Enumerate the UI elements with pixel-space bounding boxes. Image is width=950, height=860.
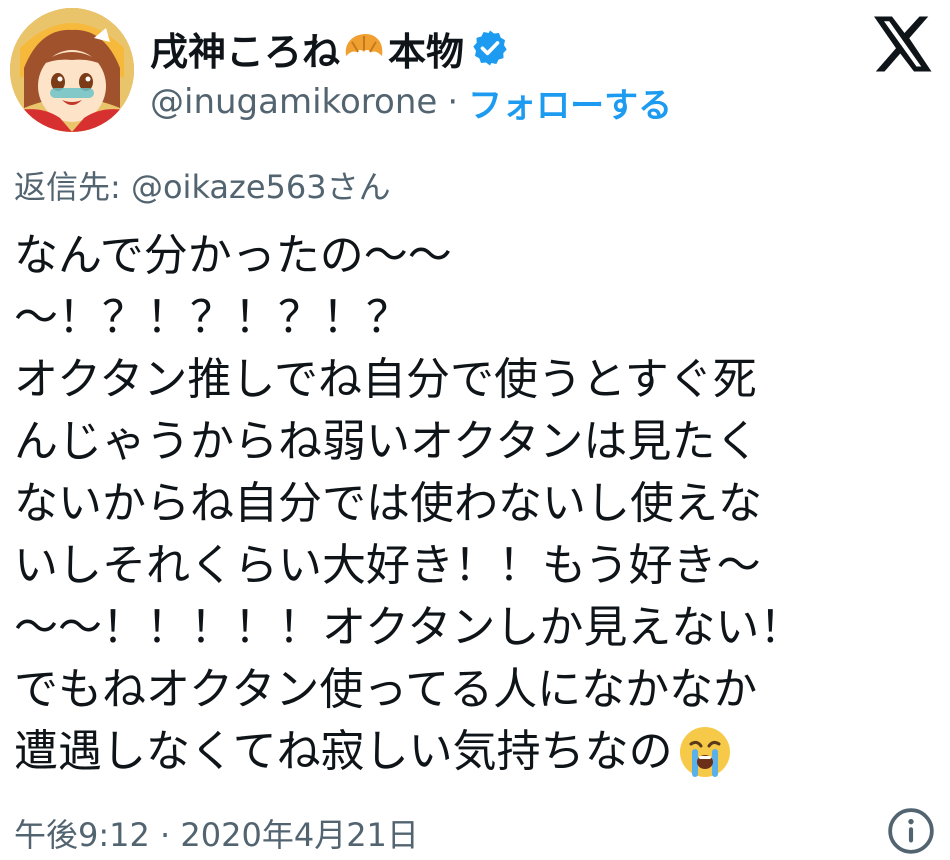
- handle-row: @inugamikorone · フォローする: [150, 78, 672, 126]
- timestamp-separator: ·: [149, 816, 181, 854]
- reply-to-line: 返信先: @oikaze563さん: [14, 162, 391, 208]
- x-logo-icon[interactable]: [874, 16, 934, 72]
- loudly-crying-face-emoji: [677, 724, 733, 780]
- display-name[interactable]: 戌神ころね: [150, 21, 340, 76]
- avatar-image: [10, 8, 134, 132]
- tweet-line: ～～！！！！！オクタンしか見えない！: [14, 602, 804, 653]
- tweet-line-last: 遭遇しなくてね寂しい気持ちなの: [14, 721, 934, 783]
- reply-suffix: さん: [326, 168, 391, 206]
- verified-badge-icon: [470, 28, 510, 68]
- tweet-header: 戌神ころね 本物 @inugamikorone · フォローする: [10, 8, 940, 132]
- tweet-line: オクタン推しでね自分で使うとすぐ死: [14, 354, 757, 405]
- tweet-time: 午後9:12: [14, 816, 150, 854]
- tweet-text: なんで分かったの～～ ～！？！？！？！？ オクタン推しでね自分で使うとすぐ死 ん…: [14, 225, 934, 783]
- separator-dot: ·: [447, 82, 459, 122]
- croissant-emoji: [342, 28, 386, 68]
- tweet-line: なんで分かったの～～: [14, 230, 452, 281]
- avatar[interactable]: [10, 8, 134, 132]
- follow-button[interactable]: フォローする: [468, 78, 672, 127]
- display-name-suffix: 本物: [388, 29, 465, 74]
- tweet-line-text: 遭遇しなくてね寂しい気持ちなの: [14, 726, 673, 777]
- tweet-date: 2020年4月21日: [180, 816, 419, 854]
- tweet-line: いしそれくらい大好き！！もう好き～: [14, 540, 761, 591]
- tweet-line: ～！？！？！？！？: [14, 292, 410, 343]
- name-row: 戌神ころね 本物: [150, 20, 510, 76]
- tweet-line: でもねオクタン使ってる人になかなか: [14, 664, 758, 715]
- info-icon[interactable]: [886, 806, 936, 856]
- timestamp[interactable]: 午後9:12 · 2020年4月21日: [14, 810, 419, 856]
- reply-prefix: 返信先:: [14, 168, 131, 206]
- user-handle[interactable]: @inugamikorone: [150, 82, 437, 122]
- tweet-line: ないからね自分では使わないし使えな: [14, 478, 762, 529]
- tweet-line: んじゃうからね弱いオクタンは見たく: [14, 416, 760, 467]
- reply-handle[interactable]: @oikaze563: [131, 168, 327, 206]
